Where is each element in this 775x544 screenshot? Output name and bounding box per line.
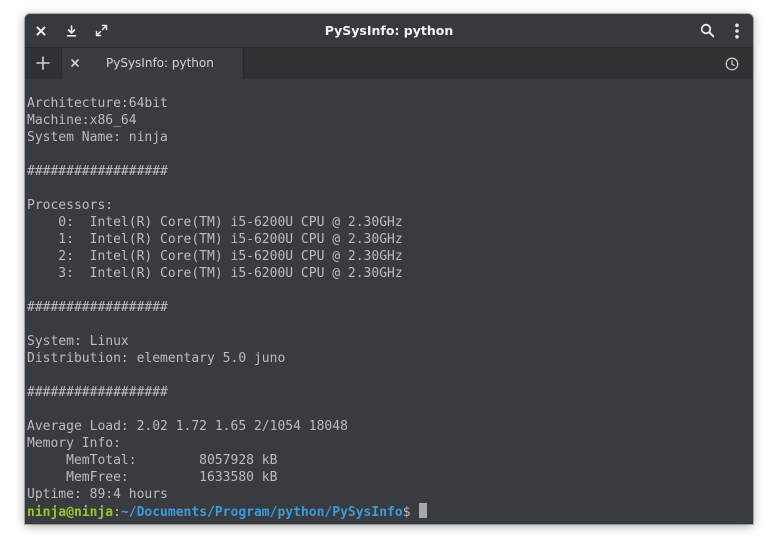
- text-cursor: [418, 503, 427, 518]
- search-icon: [700, 23, 714, 38]
- close-icon: [36, 26, 46, 35]
- plus-icon: [36, 56, 50, 70]
- clock-icon: [725, 57, 739, 71]
- menu-button[interactable]: [725, 14, 749, 47]
- shell-prompt[interactable]: ninja@ninja:~/Documents/Program/python/P…: [27, 503, 427, 521]
- tab-bar: PySysInfo: python: [25, 47, 753, 80]
- prompt-path: ~/Documents/Program/python/PySysInfo: [120, 505, 403, 520]
- terminal-output: Architecture:64bit Machine:x86_64 System…: [27, 96, 403, 502]
- download-button[interactable]: [59, 14, 83, 47]
- download-icon: [66, 24, 76, 37]
- close-icon: [71, 59, 79, 67]
- prompt-symbol: $: [402, 505, 411, 520]
- tab-label: PySysInfo: python: [106, 56, 214, 70]
- search-button[interactable]: [695, 14, 719, 47]
- maximize-button[interactable]: [89, 14, 113, 47]
- terminal-area[interactable]: Architecture:64bit Machine:x86_64 System…: [25, 79, 753, 524]
- prompt-separator: :: [113, 505, 121, 520]
- prompt-user-host: ninja@ninja: [27, 505, 114, 520]
- window-title: PySysInfo: python: [324, 23, 454, 38]
- terminal-window: PySysInfo: python PySysInfo: python Arch…: [25, 14, 753, 524]
- maximize-icon: [95, 24, 107, 37]
- title-bar[interactable]: PySysInfo: python: [25, 14, 753, 47]
- history-button[interactable]: [724, 56, 740, 72]
- menu-icon: [735, 22, 739, 39]
- tab-pysysinfo[interactable]: PySysInfo: python: [61, 48, 244, 79]
- new-tab-button[interactable]: [31, 51, 55, 75]
- close-window-button[interactable]: [29, 14, 53, 47]
- tab-close-button[interactable]: [68, 56, 82, 70]
